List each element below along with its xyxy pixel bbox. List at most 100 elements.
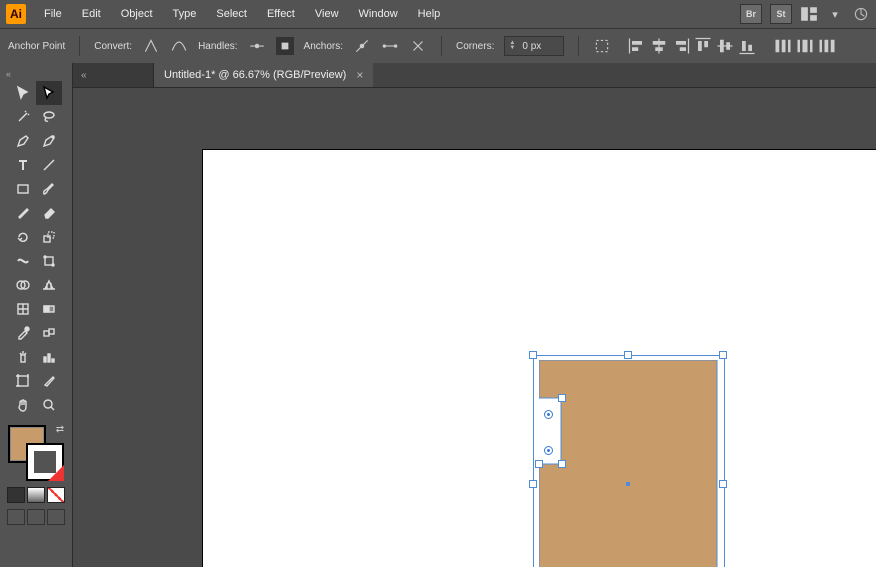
- anchors-remove-icon[interactable]: [353, 37, 371, 55]
- align-top-icon[interactable]: [693, 37, 713, 55]
- document-tab-strip: « Untitled-1* @ 66.67% (RGB/Preview) ×: [73, 63, 876, 88]
- artboard-tool[interactable]: [10, 369, 36, 393]
- distribute-hcenter-icon[interactable]: [795, 37, 815, 55]
- scale-tool[interactable]: [36, 225, 62, 249]
- selection-handle[interactable]: [558, 460, 566, 468]
- gradient-tool[interactable]: [36, 297, 62, 321]
- corner-radius-input[interactable]: ▲▼: [504, 36, 564, 56]
- color-mode-solid[interactable]: [7, 487, 25, 503]
- shaper-tool[interactable]: [10, 201, 36, 225]
- rectangle-tool[interactable]: [10, 177, 36, 201]
- isolate-icon[interactable]: [593, 37, 611, 55]
- selection-handle[interactable]: [558, 394, 566, 402]
- selection-handle[interactable]: [529, 351, 537, 359]
- blend-tool[interactable]: [36, 321, 62, 345]
- align-right-icon[interactable]: [671, 37, 691, 55]
- selection-handle[interactable]: [529, 480, 537, 488]
- handles-show-icon[interactable]: [248, 37, 266, 55]
- document-tab[interactable]: Untitled-1* @ 66.67% (RGB/Preview) ×: [154, 63, 373, 87]
- eraser-tool[interactable]: [36, 201, 62, 225]
- chevron-down-icon[interactable]: ▾: [826, 5, 844, 23]
- eyedropper-tool[interactable]: [10, 321, 36, 345]
- handles-label: Handles:: [198, 41, 237, 52]
- column-graph-tool[interactable]: [36, 345, 62, 369]
- menu-select[interactable]: Select: [208, 4, 255, 24]
- direct-selection-tool[interactable]: [36, 81, 62, 105]
- align-group: [627, 37, 757, 55]
- hand-tool[interactable]: [10, 393, 36, 417]
- align-bottom-icon[interactable]: [737, 37, 757, 55]
- perspective-grid-tool[interactable]: [36, 273, 62, 297]
- menu-window[interactable]: Window: [351, 4, 406, 24]
- color-mode-none[interactable]: [47, 487, 65, 503]
- close-tab-icon[interactable]: ×: [356, 68, 363, 82]
- stock-button[interactable]: St: [770, 4, 792, 24]
- menu-edit[interactable]: Edit: [74, 4, 109, 24]
- align-hcenter-icon[interactable]: [649, 37, 669, 55]
- draw-behind-icon[interactable]: [27, 509, 45, 525]
- selection-handle[interactable]: [719, 480, 727, 488]
- type-tool[interactable]: [10, 153, 36, 177]
- fill-stroke-swatch[interactable]: ⇄: [8, 425, 64, 481]
- draw-mode-row: [7, 509, 65, 525]
- anchors-label: Anchors:: [304, 41, 343, 52]
- distribute-left-icon[interactable]: [773, 37, 793, 55]
- selection-tool[interactable]: [10, 81, 36, 105]
- distribute-right-icon[interactable]: [817, 37, 837, 55]
- draw-inside-icon[interactable]: [47, 509, 65, 525]
- swap-fill-stroke-icon[interactable]: ⇄: [54, 423, 66, 435]
- width-tool[interactable]: [10, 249, 36, 273]
- curvature-tool[interactable]: [36, 129, 62, 153]
- live-corner-widget[interactable]: [544, 410, 553, 419]
- selection-center-mark: [626, 482, 630, 486]
- live-corner-widget[interactable]: [544, 446, 553, 455]
- bridge-button[interactable]: Br: [740, 4, 762, 24]
- selection-handle[interactable]: [535, 460, 543, 468]
- symbol-sprayer-tool[interactable]: [10, 345, 36, 369]
- convert-smooth-icon[interactable]: [170, 37, 188, 55]
- anchors-cut-icon[interactable]: [409, 37, 427, 55]
- app-logo: Ai: [6, 4, 26, 24]
- convert-label: Convert:: [94, 41, 132, 52]
- canvas-stage[interactable]: [73, 88, 876, 567]
- free-transform-tool[interactable]: [36, 249, 62, 273]
- control-bar: Anchor Point Convert: Handles: Anchors: …: [0, 28, 876, 63]
- toolbox: «: [0, 63, 73, 567]
- line-segment-tool[interactable]: [36, 153, 62, 177]
- corner-radius-field[interactable]: [519, 41, 563, 52]
- document-tab-title: Untitled-1* @ 66.67% (RGB/Preview): [164, 69, 346, 81]
- selection-handle[interactable]: [719, 351, 727, 359]
- panel-collapse-icon[interactable]: «: [73, 63, 154, 87]
- color-mode-gradient[interactable]: [27, 487, 45, 503]
- align-left-icon[interactable]: [627, 37, 647, 55]
- mesh-tool[interactable]: [10, 297, 36, 321]
- magic-wand-tool[interactable]: [10, 105, 36, 129]
- lasso-tool[interactable]: [36, 105, 62, 129]
- slice-tool[interactable]: [36, 369, 62, 393]
- anchors-connect-icon[interactable]: [381, 37, 399, 55]
- menu-help[interactable]: Help: [410, 4, 449, 24]
- toolbox-collapse-icon[interactable]: «: [0, 67, 17, 81]
- arrange-documents-icon[interactable]: [800, 5, 818, 23]
- align-vcenter-icon[interactable]: [715, 37, 735, 55]
- handles-remove-icon[interactable]: [276, 37, 294, 55]
- draw-normal-icon[interactable]: [7, 509, 25, 525]
- menu-bar: Ai File Edit Object Type Select Effect V…: [0, 0, 876, 28]
- menu-view[interactable]: View: [307, 4, 347, 24]
- control-mode-label: Anchor Point: [8, 41, 65, 52]
- corners-label: Corners:: [456, 41, 494, 52]
- menu-effect[interactable]: Effect: [259, 4, 303, 24]
- convert-corner-icon[interactable]: [142, 37, 160, 55]
- menu-object[interactable]: Object: [113, 4, 161, 24]
- shape-builder-tool[interactable]: [10, 273, 36, 297]
- selection-handle[interactable]: [624, 351, 632, 359]
- rotate-tool[interactable]: [10, 225, 36, 249]
- zoom-tool[interactable]: [36, 393, 62, 417]
- pen-tool[interactable]: [10, 129, 36, 153]
- stroke-swatch[interactable]: [26, 443, 64, 481]
- color-mode-row: [7, 487, 65, 503]
- paintbrush-tool[interactable]: [36, 177, 62, 201]
- menu-file[interactable]: File: [36, 4, 70, 24]
- menu-type[interactable]: Type: [165, 4, 205, 24]
- gpu-preview-icon[interactable]: [852, 5, 870, 23]
